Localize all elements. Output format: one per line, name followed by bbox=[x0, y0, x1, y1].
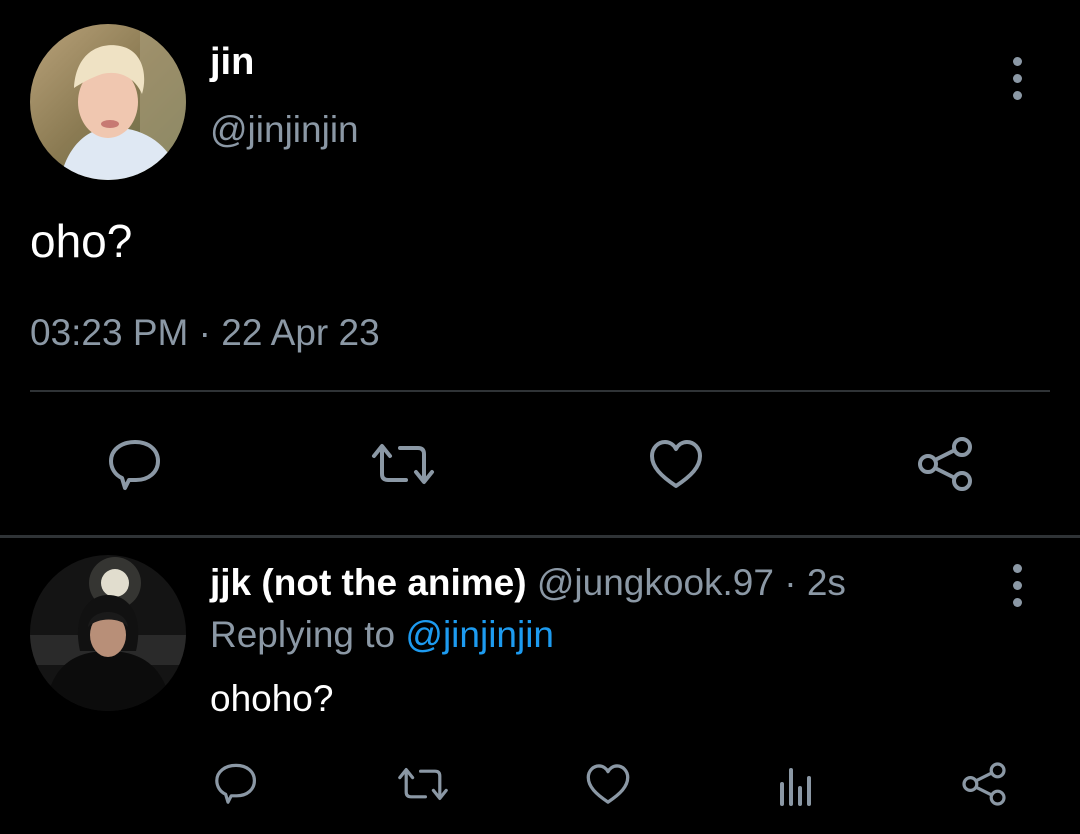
replying-to-mention[interactable]: @jinjinjin bbox=[405, 614, 554, 655]
like-icon[interactable] bbox=[647, 436, 705, 492]
reply-time: 2s bbox=[806, 562, 846, 603]
reply-header: jjk (not the anime) @jungkook.97 · 2s bbox=[210, 560, 846, 606]
main-author-avatar[interactable] bbox=[30, 24, 186, 180]
divider bbox=[30, 390, 1050, 392]
reply-more-options-icon[interactable] bbox=[1010, 564, 1024, 607]
replying-to-line: Replying to @jinjinjin bbox=[210, 612, 554, 658]
main-more-options-icon[interactable] bbox=[1010, 57, 1024, 100]
retweet-icon[interactable] bbox=[368, 440, 438, 488]
like-icon[interactable] bbox=[584, 761, 632, 807]
share-icon[interactable] bbox=[960, 760, 1008, 808]
views-icon[interactable] bbox=[776, 764, 816, 806]
reply-icon[interactable] bbox=[212, 760, 260, 806]
reply-author-handle[interactable]: @jungkook.97 bbox=[537, 562, 774, 603]
replying-to-label: Replying to bbox=[210, 614, 396, 655]
reply-text: ohoho? bbox=[210, 678, 334, 719]
retweet-icon[interactable] bbox=[395, 764, 451, 804]
main-author-handle[interactable]: @jinjinjin bbox=[210, 108, 359, 152]
divider bbox=[0, 535, 1080, 538]
reply-separator: · bbox=[784, 562, 797, 603]
main-tweet-timestamp: 03:23 PM · 22 Apr 23 bbox=[30, 312, 380, 353]
share-icon[interactable] bbox=[915, 434, 975, 494]
reply-author-name[interactable]: jjk (not the anime) bbox=[210, 562, 527, 603]
main-author-name[interactable]: jin bbox=[210, 40, 254, 84]
reply-author-avatar[interactable] bbox=[30, 555, 186, 711]
main-tweet-text: oho? bbox=[30, 215, 133, 267]
reply-icon[interactable] bbox=[105, 436, 165, 492]
